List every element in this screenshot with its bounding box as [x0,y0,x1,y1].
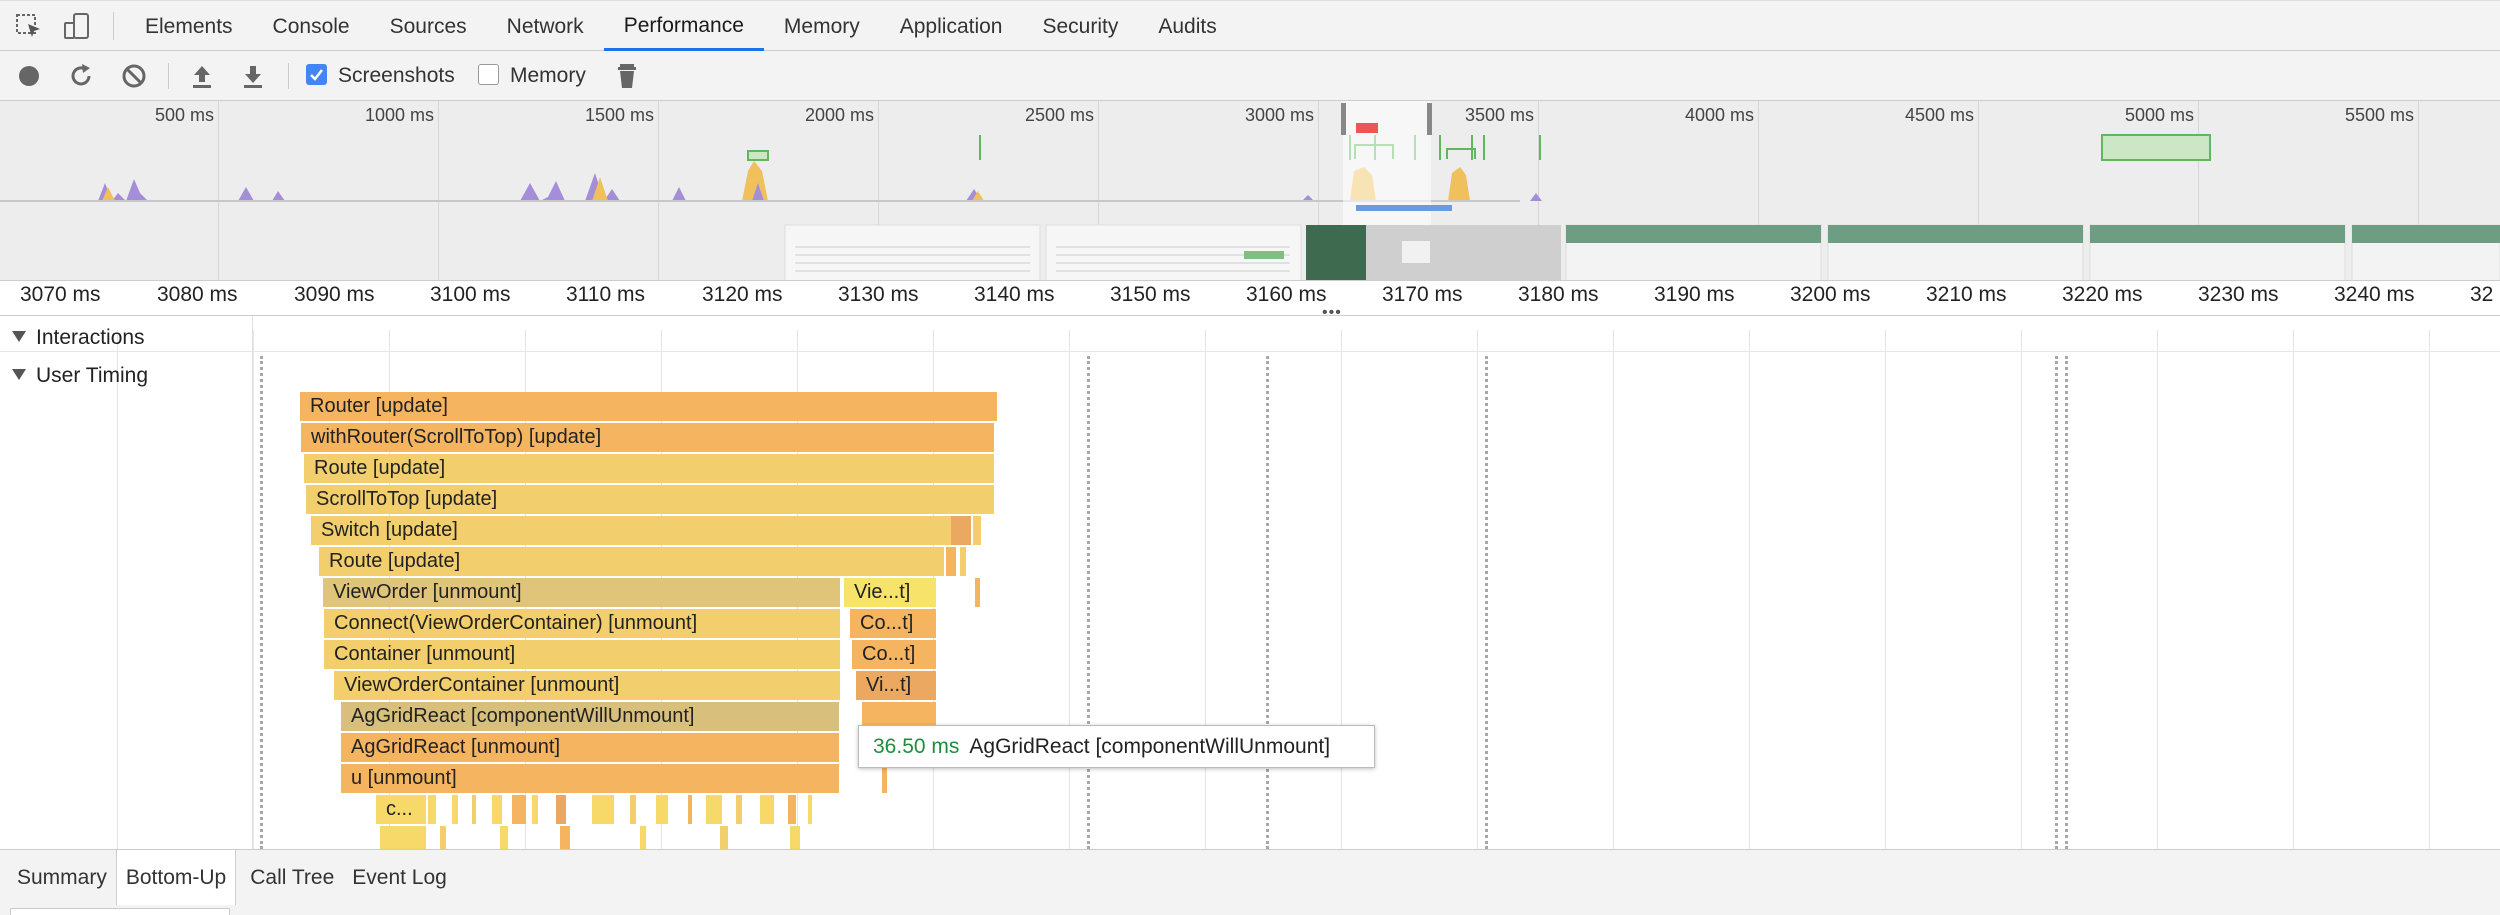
ruler-tick: 3180 ms [1518,283,1599,306]
details-tabs: Summary Bottom-Up Call Tree Event Log [0,850,456,905]
tooltip-duration: 36.50 ms [873,735,960,758]
ruler-tick: 3210 ms [1926,283,2007,306]
tab-application[interactable]: Application [880,1,1023,51]
ruler-tick: 3090 ms [294,283,375,306]
details-panel: Summary Bottom-Up Call Tree Event Log [0,849,2500,915]
tab-memory[interactable]: Memory [764,1,880,51]
ruler-tick: 3100 ms [430,283,511,306]
ruler-tick: 3110 ms [566,283,645,306]
ruler-tick: 3130 ms [838,283,919,306]
ruler-tick: 3200 ms [1790,283,1871,306]
tab-event-log[interactable]: Event Log [343,850,456,905]
ruler-tick: 3150 ms [1110,283,1191,306]
ruler-tick: 3240 ms [2334,283,2415,306]
tab-summary[interactable]: Summary [0,850,116,905]
ruler-tick: 3080 ms [157,283,238,306]
tab-sources[interactable]: Sources [370,1,487,51]
filter-input[interactable] [10,908,230,915]
reload-icon[interactable] [66,61,96,91]
flame-fragments [380,516,981,849]
tabbar-divider [113,12,114,40]
tab-audits[interactable]: Audits [1138,1,1236,51]
timeline-overview[interactable]: 500 ms 1000 ms 1500 ms 2000 ms 2500 ms 3… [0,101,2500,281]
inspect-element-icon[interactable] [14,11,44,41]
ruler-tick: 3170 ms [1382,283,1463,306]
tab-call-tree[interactable]: Call Tree [236,850,343,905]
tab-network[interactable]: Network [487,1,604,51]
panel-tabs: Elements Console Sources Network Perform… [125,1,1237,52]
toolbar-divider [168,63,169,89]
ruler-tick: 3120 ms [702,283,783,306]
tooltip-name: AgGridReact [componentWillUnmount] [969,735,1331,758]
tab-performance[interactable]: Performance [603,1,764,51]
record-icon[interactable] [14,61,44,91]
ruler-tick: 3140 ms [974,283,1055,306]
memory-label: Memory [510,64,586,87]
ruler-tick: 3160 ms [1246,283,1327,306]
screenshots-label: Screenshots [338,64,455,87]
clear-icon[interactable] [119,61,149,91]
performance-toolbar: Screenshots Memory [0,51,2500,101]
tab-security[interactable]: Security [1022,1,1138,51]
flame-tooltip: 36.50 ms AgGridReact [componentWillUnmoun… [858,725,1375,768]
ruler-tick: 3230 ms [2198,283,2279,306]
overview-activity-graph [0,101,2500,280]
tab-elements[interactable]: Elements [125,1,253,51]
save-profile-icon[interactable] [238,61,268,91]
device-toolbar-icon[interactable] [62,11,92,41]
memory-checkbox[interactable] [478,64,499,85]
toolbar-divider [288,63,289,89]
devtools-tabbar: Elements Console Sources Network Perform… [0,0,2500,51]
load-profile-icon[interactable] [187,61,217,91]
ruler-tick: 3070 ms [20,283,101,306]
trash-icon[interactable] [612,61,642,91]
tab-bottom-up[interactable]: Bottom-Up [115,850,237,905]
ruler-tick: 3220 ms [2062,283,2143,306]
ruler-tick: 32 [2470,283,2494,306]
ruler-tick: 3190 ms [1654,283,1735,306]
screenshots-checkbox[interactable] [306,64,327,85]
time-ruler: 3070 ms 3080 ms 3090 ms 3100 ms 3110 ms … [0,281,2500,321]
tab-console[interactable]: Console [253,1,370,51]
flame-chart[interactable]: Interactions User Timing Router [update]… [0,316,2500,849]
